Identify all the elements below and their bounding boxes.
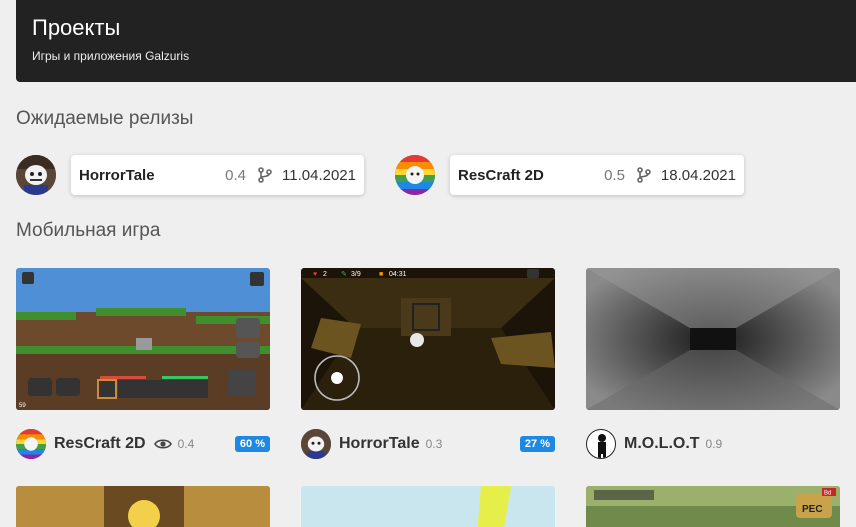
section-title-mobile: Мобильная игра [16, 220, 161, 241]
game-name[interactable]: ResCraft 2D [54, 435, 146, 453]
release-version: 0.5 [604, 166, 625, 184]
game-info: HorrorTale 0.3 27 % [301, 428, 555, 460]
progress-badge: 60 % [234, 436, 270, 452]
game-version: 0.3 [425, 437, 443, 451]
branch-icon [258, 167, 272, 183]
page-subtitle: Игры и приложения Galzuris [32, 49, 190, 63]
hud-hearts: 2 [323, 271, 327, 278]
game-screenshot-row2[interactable]: PEC Bd [586, 486, 840, 527]
release-date: 11.04.2021 [282, 166, 356, 184]
page-header: Проекты Игры и приложения Galzuris [16, 0, 856, 82]
hud-time: 04:31 [389, 271, 407, 278]
game3-hud-badge: Bd [824, 491, 831, 497]
branch-icon [637, 167, 651, 183]
game3-hud-label: PEC [802, 504, 823, 515]
molot-avatar [586, 429, 616, 459]
game-screenshot[interactable]: 59 [16, 268, 270, 410]
game-info: M.O.L.O.T 0.9 [586, 428, 840, 460]
game-screenshot-row2[interactable] [16, 486, 270, 527]
horrortale-avatar [301, 429, 331, 459]
release-name: ResCraft 2D [458, 166, 544, 184]
eye-icon [153, 439, 172, 449]
release-name: HorrorTale [79, 166, 155, 184]
horrortale-avatar [16, 155, 56, 195]
progress-badge: 27 % [519, 436, 555, 452]
game-card-molot[interactable]: M.O.L.O.T 0.9 [586, 268, 840, 460]
game-version: 0.9 [705, 437, 723, 451]
release-card[interactable]: HorrorTale 0.4 11.04.2021 [71, 155, 364, 195]
game-card-rescraft[interactable]: 59 ResCraft 2D 0.4 60 % [16, 268, 270, 460]
release-date: 18.04.2021 [660, 166, 736, 184]
game-name[interactable]: HorrorTale [339, 435, 420, 453]
section-title-releases: Ожидаемые релизы [16, 108, 194, 129]
game-name[interactable]: M.O.L.O.T [624, 435, 700, 453]
svg-text:■: ■ [379, 271, 383, 278]
release-item-horrortale[interactable]: HorrorTale 0.4 11.04.2021 [16, 155, 364, 195]
release-card[interactable]: ResCraft 2D 0.5 18.04.2021 [450, 155, 744, 195]
svg-text:✎: ✎ [341, 271, 347, 278]
game-screenshot[interactable]: ♥ 2 ✎ 3/9 ■ 04:31 [301, 268, 555, 410]
release-item-rescraft[interactable]: ResCraft 2D 0.5 18.04.2021 [395, 155, 744, 195]
hud-counter: 59 [19, 403, 26, 409]
game-screenshot[interactable] [586, 268, 840, 410]
game-screenshot-row2[interactable] [301, 486, 555, 527]
release-version: 0.4 [225, 166, 247, 184]
rescraft-avatar [395, 155, 435, 195]
svg-text:♥: ♥ [313, 271, 317, 278]
game-info: ResCraft 2D 0.4 60 % [16, 428, 270, 460]
hud-keys: 3/9 [351, 271, 361, 278]
page-title: Проекты [32, 15, 121, 40]
game-card-horrortale[interactable]: ♥ 2 ✎ 3/9 ■ 04:31 HorrorTale 0.3 27 % [301, 268, 555, 460]
rescraft-avatar [16, 429, 46, 459]
game-version: 0.4 [177, 437, 195, 451]
